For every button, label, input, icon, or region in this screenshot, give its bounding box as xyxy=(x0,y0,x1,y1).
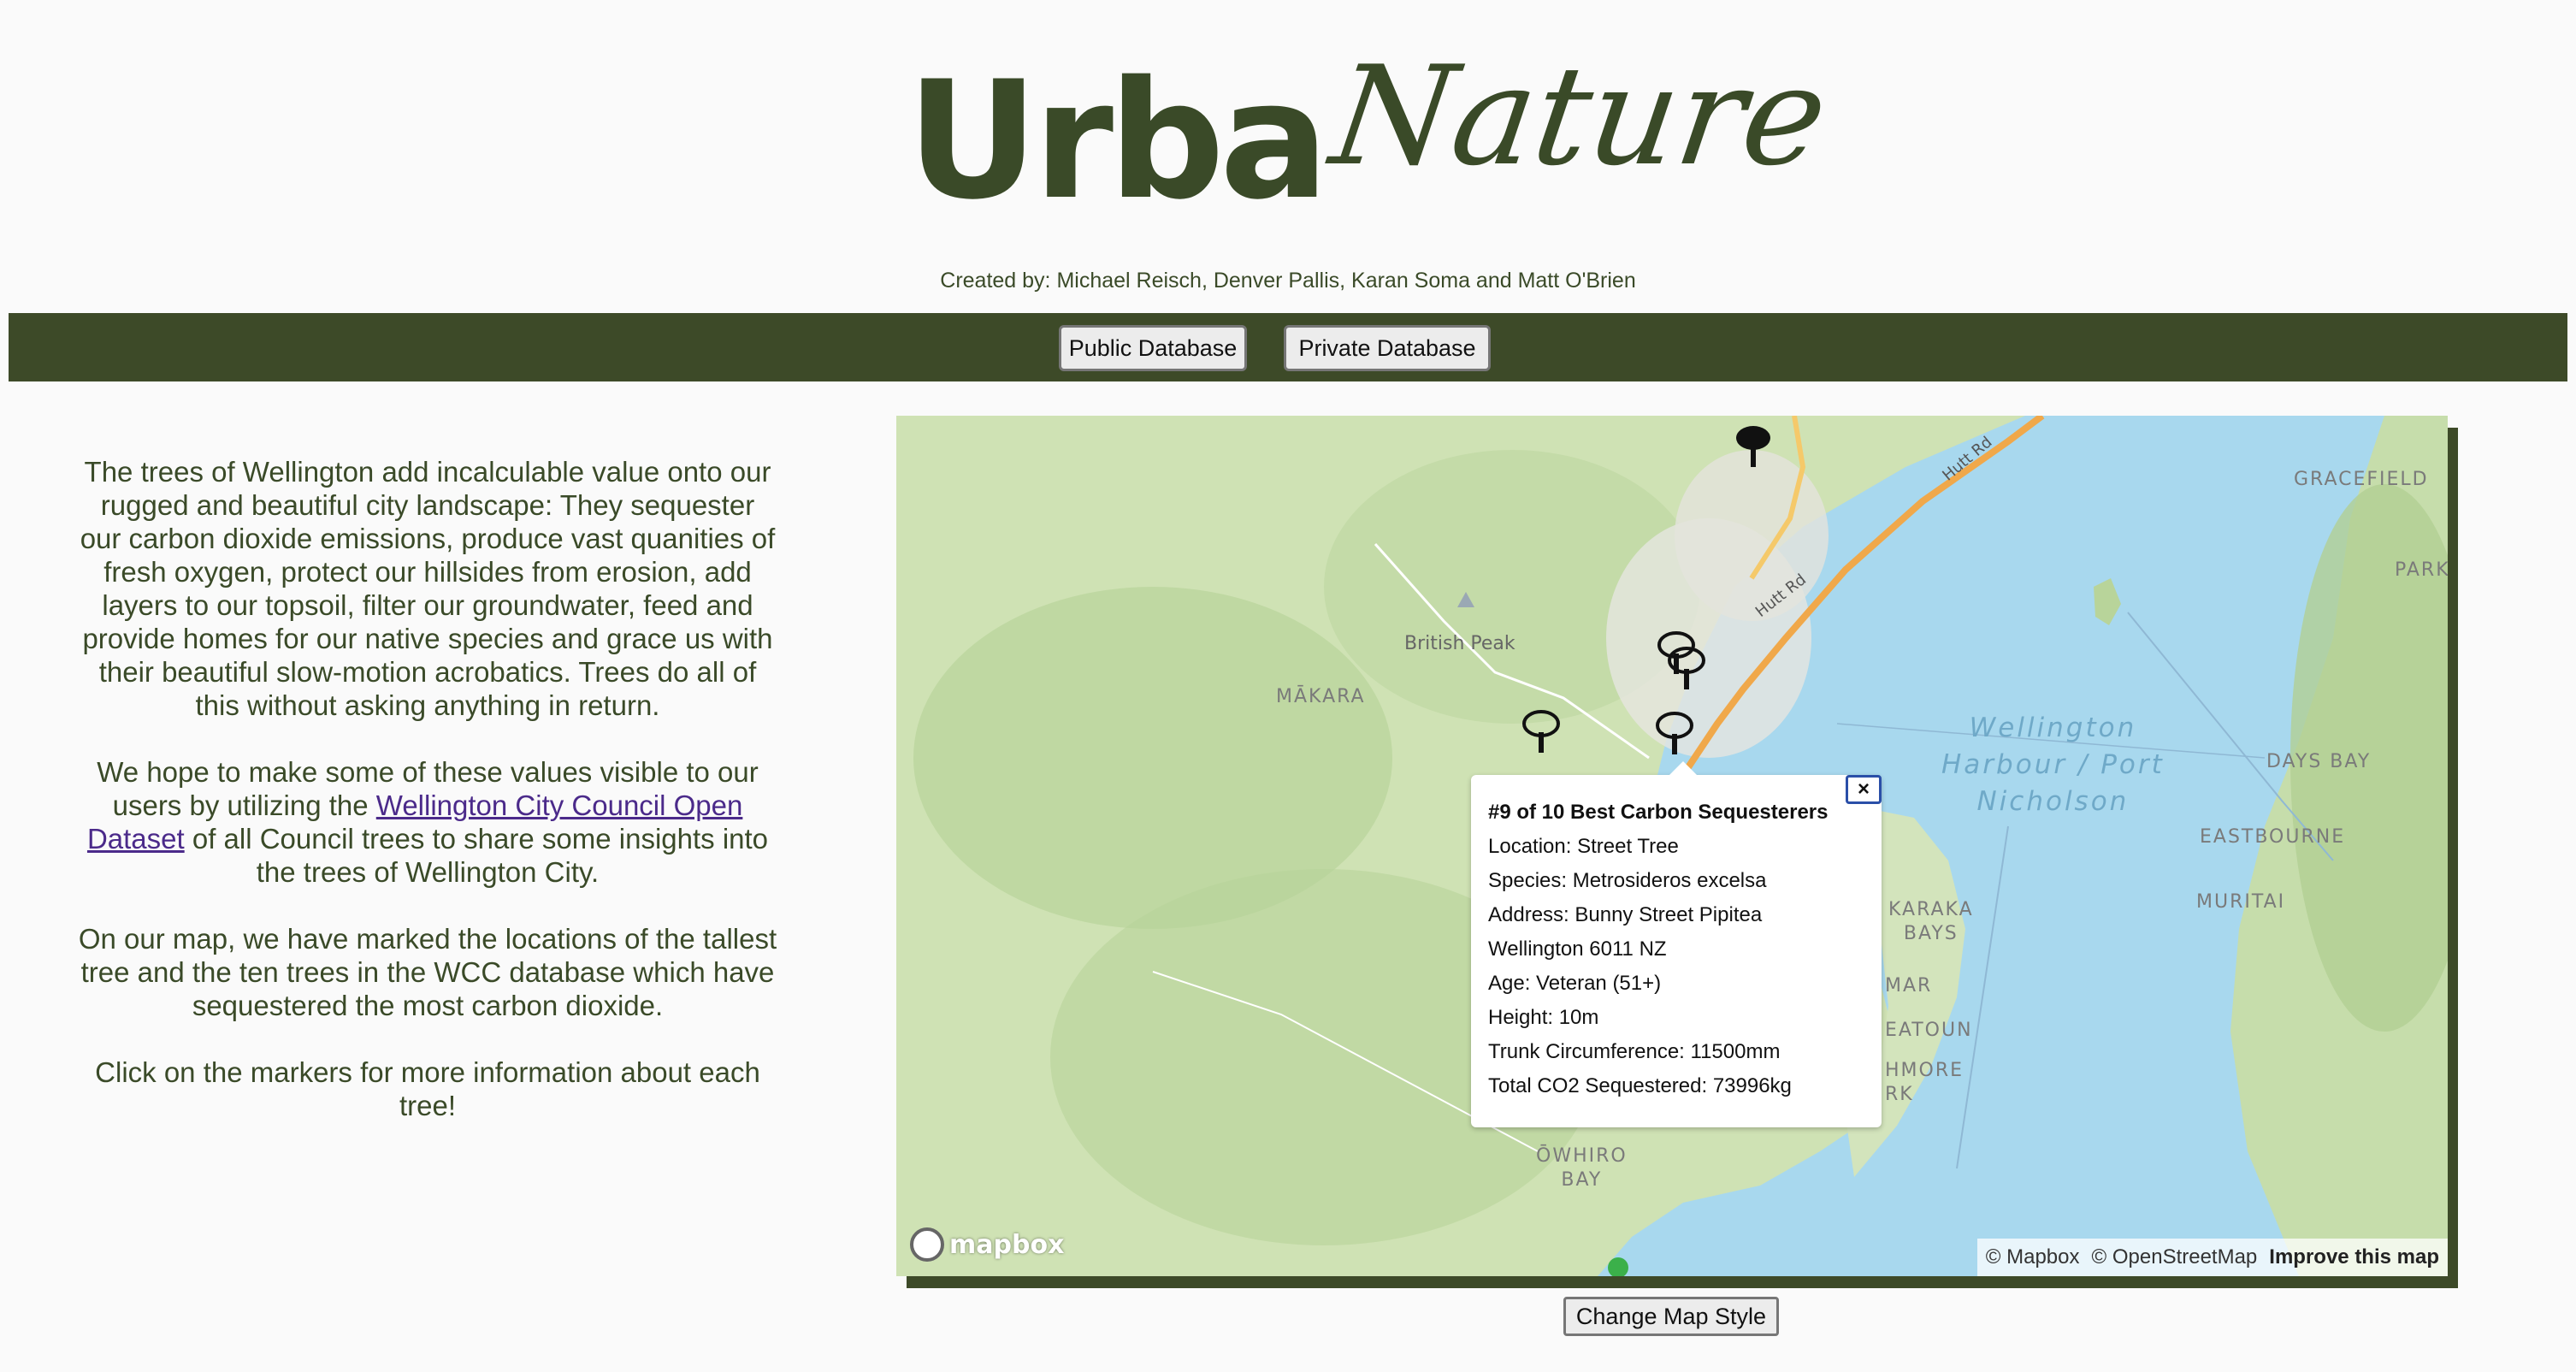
nav-bar: Public Database Private Database xyxy=(9,313,2567,381)
attribution-mapbox-link[interactable]: © Mapbox xyxy=(1986,1245,2080,1269)
label-owhiro-bay: ŌWHIRO BAY xyxy=(1536,1145,1628,1191)
harbour-line-3: Nicholson xyxy=(1976,786,2130,817)
popup-co2: Total CO2 Sequestered: 73996kg xyxy=(1488,1074,1792,1097)
label-muritai: MURITAI xyxy=(2196,891,2286,913)
label-hmore-rk: HMORE RK xyxy=(1885,1060,1964,1105)
tree-marker-icon[interactable] xyxy=(1656,710,1693,758)
credits-line: Created by: Michael Reisch, Denver Palli… xyxy=(940,269,1636,293)
urbanature-logo: Urba Nature xyxy=(907,34,1836,222)
logo-urba-text: Urba xyxy=(907,46,1329,235)
public-database-button[interactable]: Public Database xyxy=(1059,325,1247,371)
intro-paragraph-2: We hope to make some of these values vis… xyxy=(77,755,778,889)
popup-address: Address: Bunny Street Pipitea xyxy=(1488,903,1763,926)
intro-paragraph-1: The trees of Wellington add incalculable… xyxy=(80,456,776,721)
label-makara: MĀKARA xyxy=(1276,686,1366,707)
popup-close-button[interactable]: × xyxy=(1846,775,1882,804)
label-british-peak: British Peak xyxy=(1404,633,1515,654)
attribution-osm-link[interactable]: © OpenStreetMap xyxy=(2092,1245,2258,1269)
intro-paragraph-4: Click on the markers for more informatio… xyxy=(95,1056,760,1121)
label-gracefield: GRACEFIELD xyxy=(2294,469,2429,490)
label-park: PARK xyxy=(2395,559,2448,581)
label-miramar: MAR xyxy=(1885,975,1933,996)
label-karaka-bays: KARAKA BAYS xyxy=(1888,899,1974,944)
map-attribution: © Mapbox © OpenStreetMap Improve this ma… xyxy=(1976,1239,2448,1276)
intro-text: The trees of Wellington add incalculable… xyxy=(77,455,778,1156)
label-eastbourne: EASTBOURNE xyxy=(2200,826,2346,848)
tree-marker-icon[interactable] xyxy=(1522,708,1560,756)
harbour-line-2: Harbour / Port xyxy=(1941,749,2165,780)
popup-city: Wellington 6011 NZ xyxy=(1488,937,1667,961)
popup-height: Height: 10m xyxy=(1488,1006,1599,1029)
mapbox-logo-icon xyxy=(910,1227,944,1262)
popup-location: Location: Street Tree xyxy=(1488,835,1679,858)
mapbox-logo-text: mapbox xyxy=(949,1229,1065,1260)
map-view[interactable]: GRACEFIELD PARK British Peak MĀKARA DAYS… xyxy=(896,416,2448,1276)
logo-nature-text: Nature xyxy=(1322,36,1837,196)
popup-age: Age: Veteran (51+) xyxy=(1488,972,1662,995)
tree-marker-icon[interactable] xyxy=(1668,645,1705,693)
popup-tip xyxy=(1669,761,1697,775)
private-database-button[interactable]: Private Database xyxy=(1284,325,1491,371)
change-map-style-button[interactable]: Change Map Style xyxy=(1563,1297,1779,1336)
label-days-bay: DAYS BAY xyxy=(2266,751,2372,772)
popup-title: #9 of 10 Best Carbon Sequesterers xyxy=(1488,801,1829,824)
label-wellington-harbour: Wellington Harbour / Port Nicholson xyxy=(1941,710,2165,820)
tree-info-popup: × #9 of 10 Best Carbon Sequesterers Loca… xyxy=(1471,761,1882,1127)
intro-p2-after: of all Council trees to share some insig… xyxy=(184,823,769,888)
mapbox-logo[interactable]: mapbox xyxy=(910,1225,1064,1264)
label-seatoun: EATOUN xyxy=(1885,1020,1973,1041)
intro-paragraph-3: On our map, we have marked the locations… xyxy=(78,923,777,1021)
harbour-line-1: Wellington xyxy=(1969,713,2137,743)
tree-marker-icon[interactable] xyxy=(1734,423,1772,470)
improve-map-link[interactable]: Improve this map xyxy=(2269,1245,2439,1269)
popup-trunk: Trunk Circumference: 11500mm xyxy=(1488,1040,1781,1063)
popup-species: Species: Metrosideros excelsa xyxy=(1488,869,1767,892)
